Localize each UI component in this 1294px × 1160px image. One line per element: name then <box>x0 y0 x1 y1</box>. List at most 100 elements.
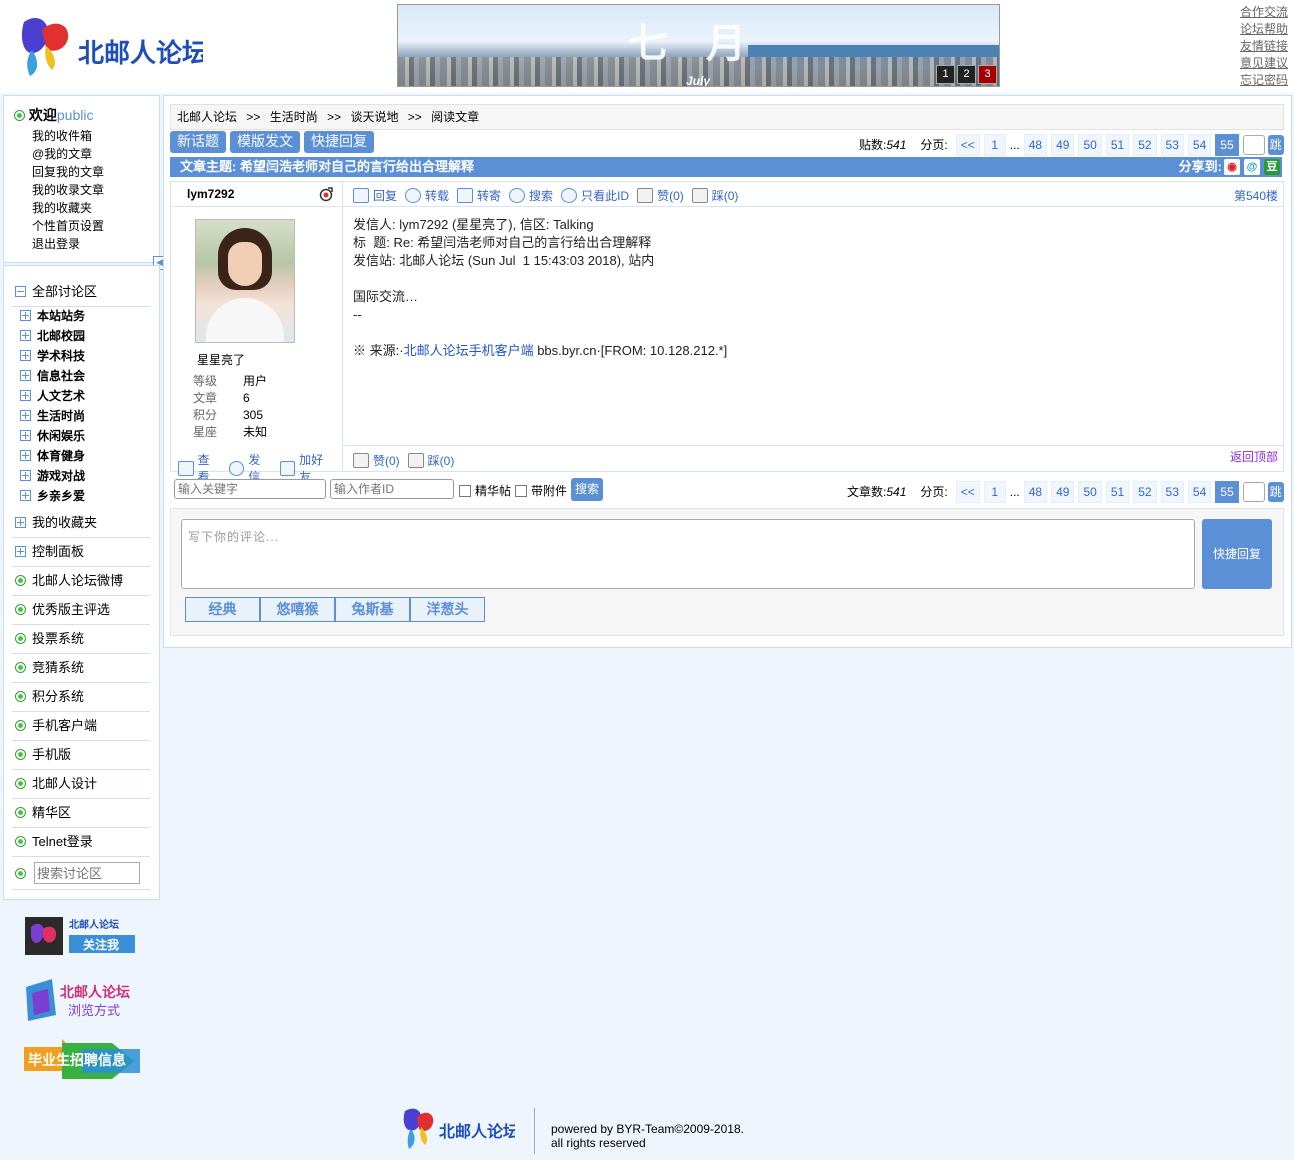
page-link[interactable]: 51 <box>1105 134 1130 156</box>
quick-reply-submit-button[interactable]: 快捷回复 <box>1202 519 1272 589</box>
dislike-button[interactable]: 踩(0) <box>691 187 738 204</box>
user-menu-replies[interactable]: 回复我的文章 <box>32 165 104 179</box>
header-banner[interactable]: 七月 July 1 2 3 <box>397 4 1000 87</box>
browse-mode-ad[interactable]: 北邮人论坛 浏览方式 <box>22 975 140 1025</box>
breadcrumb-section[interactable]: 生活时尚 <box>270 110 318 124</box>
back-to-top-link[interactable]: 返回顶部 <box>1230 448 1278 465</box>
weibo-icon[interactable]: ◉ <box>1224 159 1240 175</box>
page-prev[interactable]: << <box>955 481 980 503</box>
user-menu-mentions[interactable]: @我的文章 <box>32 147 92 161</box>
link-friends[interactable]: 友情链接 <box>1240 38 1288 55</box>
dislike-button-bottom[interactable]: 踩(0) <box>407 452 454 469</box>
page-jump-input[interactable] <box>1242 135 1265 155</box>
reply-textarea[interactable]: 写下你的评论... <box>181 519 1195 589</box>
reply-button[interactable]: 回复 <box>353 187 397 204</box>
only-this-id-button[interactable]: 只看此ID <box>561 187 629 204</box>
username[interactable]: public <box>57 107 94 123</box>
nav-mobile-version[interactable]: 手机版 <box>12 741 150 770</box>
page-link[interactable]: 53 <box>1160 134 1184 156</box>
template-post-button[interactable]: 模版发文 <box>230 131 300 153</box>
banner-page-2[interactable]: 2 <box>957 65 976 84</box>
digest-checkbox[interactable]: 精华帖 <box>459 482 511 499</box>
page-link[interactable]: 52 <box>1133 481 1157 503</box>
page-link[interactable]: 54 <box>1187 134 1212 156</box>
author-search-input[interactable] <box>330 479 454 499</box>
weibo-follow-ad[interactable]: 北邮人论坛 关注我 <box>25 915 135 957</box>
breadcrumb-board[interactable]: 谈天说地 <box>350 110 398 124</box>
keyword-search-input[interactable] <box>174 479 326 499</box>
link-cooperation[interactable]: 合作交流 <box>1240 4 1288 21</box>
page-link[interactable]: 50 <box>1078 481 1102 503</box>
board-sports[interactable]: 体育健身 <box>20 446 85 466</box>
board-leisure[interactable]: 休闲娱乐 <box>20 426 85 446</box>
nav-mobile-client[interactable]: 手机客户端 <box>12 712 150 741</box>
page-link[interactable]: 53 <box>1160 481 1184 503</box>
quick-reply-button[interactable]: 快捷回复 <box>304 131 374 153</box>
page-link[interactable]: 1 <box>983 134 1006 156</box>
user-menu-collected[interactable]: 我的收录文章 <box>32 183 104 197</box>
avatar[interactable] <box>195 219 295 343</box>
board-site-affairs[interactable]: 本站站务 <box>20 306 85 326</box>
user-menu-logout[interactable]: 退出登录 <box>32 237 80 251</box>
user-menu-favorites[interactable]: 我的收藏夹 <box>32 201 92 215</box>
source-link[interactable]: 北邮人论坛手机客户端 <box>404 343 534 358</box>
nav-points-system[interactable]: 积分系统 <box>12 683 150 712</box>
like-button[interactable]: 赞(0) <box>637 187 684 204</box>
forward-button[interactable]: 转寄 <box>457 187 501 204</box>
page-link[interactable]: 49 <box>1051 134 1075 156</box>
link-help[interactable]: 论坛帮助 <box>1240 21 1288 38</box>
search-button[interactable]: 搜索 <box>509 187 553 204</box>
repost-button[interactable]: 转载 <box>405 187 449 204</box>
emoticon-tab-tuzki[interactable]: 兔斯基 <box>335 597 410 622</box>
breadcrumb-home[interactable]: 北邮人论坛 <box>177 110 237 124</box>
board-info-society[interactable]: 信息社会 <box>20 366 85 386</box>
nav-control-panel[interactable]: 控制面板 <box>12 538 150 567</box>
nav-design[interactable]: 北邮人设计 <box>12 770 150 799</box>
emoticon-tab-onion[interactable]: 洋葱头 <box>410 597 485 622</box>
page-jump-button[interactable]: 跳 <box>1267 135 1284 155</box>
user-menu-inbox[interactable]: 我的收件箱 <box>32 129 92 143</box>
page-link[interactable]: 50 <box>1078 134 1102 156</box>
board-academic[interactable]: 学术科技 <box>20 346 85 366</box>
page-jump-button[interactable]: 跳 <box>1267 482 1284 502</box>
link-feedback[interactable]: 意见建议 <box>1240 55 1288 72</box>
nav-vote-system[interactable]: 投票系统 <box>12 625 150 654</box>
jobs-ad[interactable]: 毕业生招聘信息 <box>22 1035 140 1087</box>
board-games[interactable]: 游戏对战 <box>20 466 85 486</box>
link-forgot-password[interactable]: 忘记密码 <box>1240 72 1288 89</box>
nav-favorites[interactable]: 我的收藏夹 <box>12 509 150 538</box>
nav-digest[interactable]: 精华区 <box>12 799 150 828</box>
site-logo[interactable]: 北邮人论坛 <box>18 12 208 84</box>
banner-page-3[interactable]: 3 <box>978 65 997 84</box>
author-id[interactable]: lym7292 <box>187 187 234 201</box>
floor-number[interactable]: 第540楼 <box>1234 187 1278 204</box>
page-link[interactable]: 54 <box>1187 481 1212 503</box>
nav-all-boards[interactable]: 全部讨论区 <box>12 278 150 307</box>
board-lifestyle[interactable]: 生活时尚 <box>20 406 85 426</box>
board-search-input[interactable] <box>34 862 140 884</box>
board-campus[interactable]: 北邮校园 <box>20 326 85 346</box>
nav-telnet[interactable]: Telnet登录 <box>12 828 150 857</box>
nav-moderator-vote[interactable]: 优秀版主评选 <box>12 596 150 625</box>
new-topic-button[interactable]: 新话题 <box>170 131 226 153</box>
emoticon-tab-monkey[interactable]: 悠嘻猴 <box>260 597 335 622</box>
nav-guess-system[interactable]: 竞猜系统 <box>12 654 150 683</box>
page-link[interactable]: 1 <box>983 481 1006 503</box>
emoticon-tab-classic[interactable]: 经典 <box>185 597 260 622</box>
page-prev[interactable]: << <box>955 134 980 156</box>
tencent-icon[interactable]: @ <box>1244 159 1260 175</box>
user-menu-home-settings[interactable]: 个性首页设置 <box>32 219 104 233</box>
page-jump-input[interactable] <box>1242 482 1265 502</box>
board-hometown[interactable]: 乡亲乡爱 <box>20 486 85 506</box>
board-arts[interactable]: 人文艺术 <box>20 386 85 406</box>
page-link[interactable]: 49 <box>1051 481 1075 503</box>
page-link[interactable]: 48 <box>1023 134 1048 156</box>
page-link[interactable]: 51 <box>1105 481 1130 503</box>
douban-icon[interactable]: 豆 <box>1264 159 1280 175</box>
attachment-checkbox[interactable]: 带附件 <box>515 482 567 499</box>
page-link[interactable]: 52 <box>1133 134 1157 156</box>
nav-weibo[interactable]: 北邮人论坛微博 <box>12 567 150 596</box>
search-submit-button[interactable]: 搜索 <box>571 478 603 501</box>
like-button-bottom[interactable]: 赞(0) <box>353 452 400 469</box>
page-link[interactable]: 48 <box>1023 481 1048 503</box>
